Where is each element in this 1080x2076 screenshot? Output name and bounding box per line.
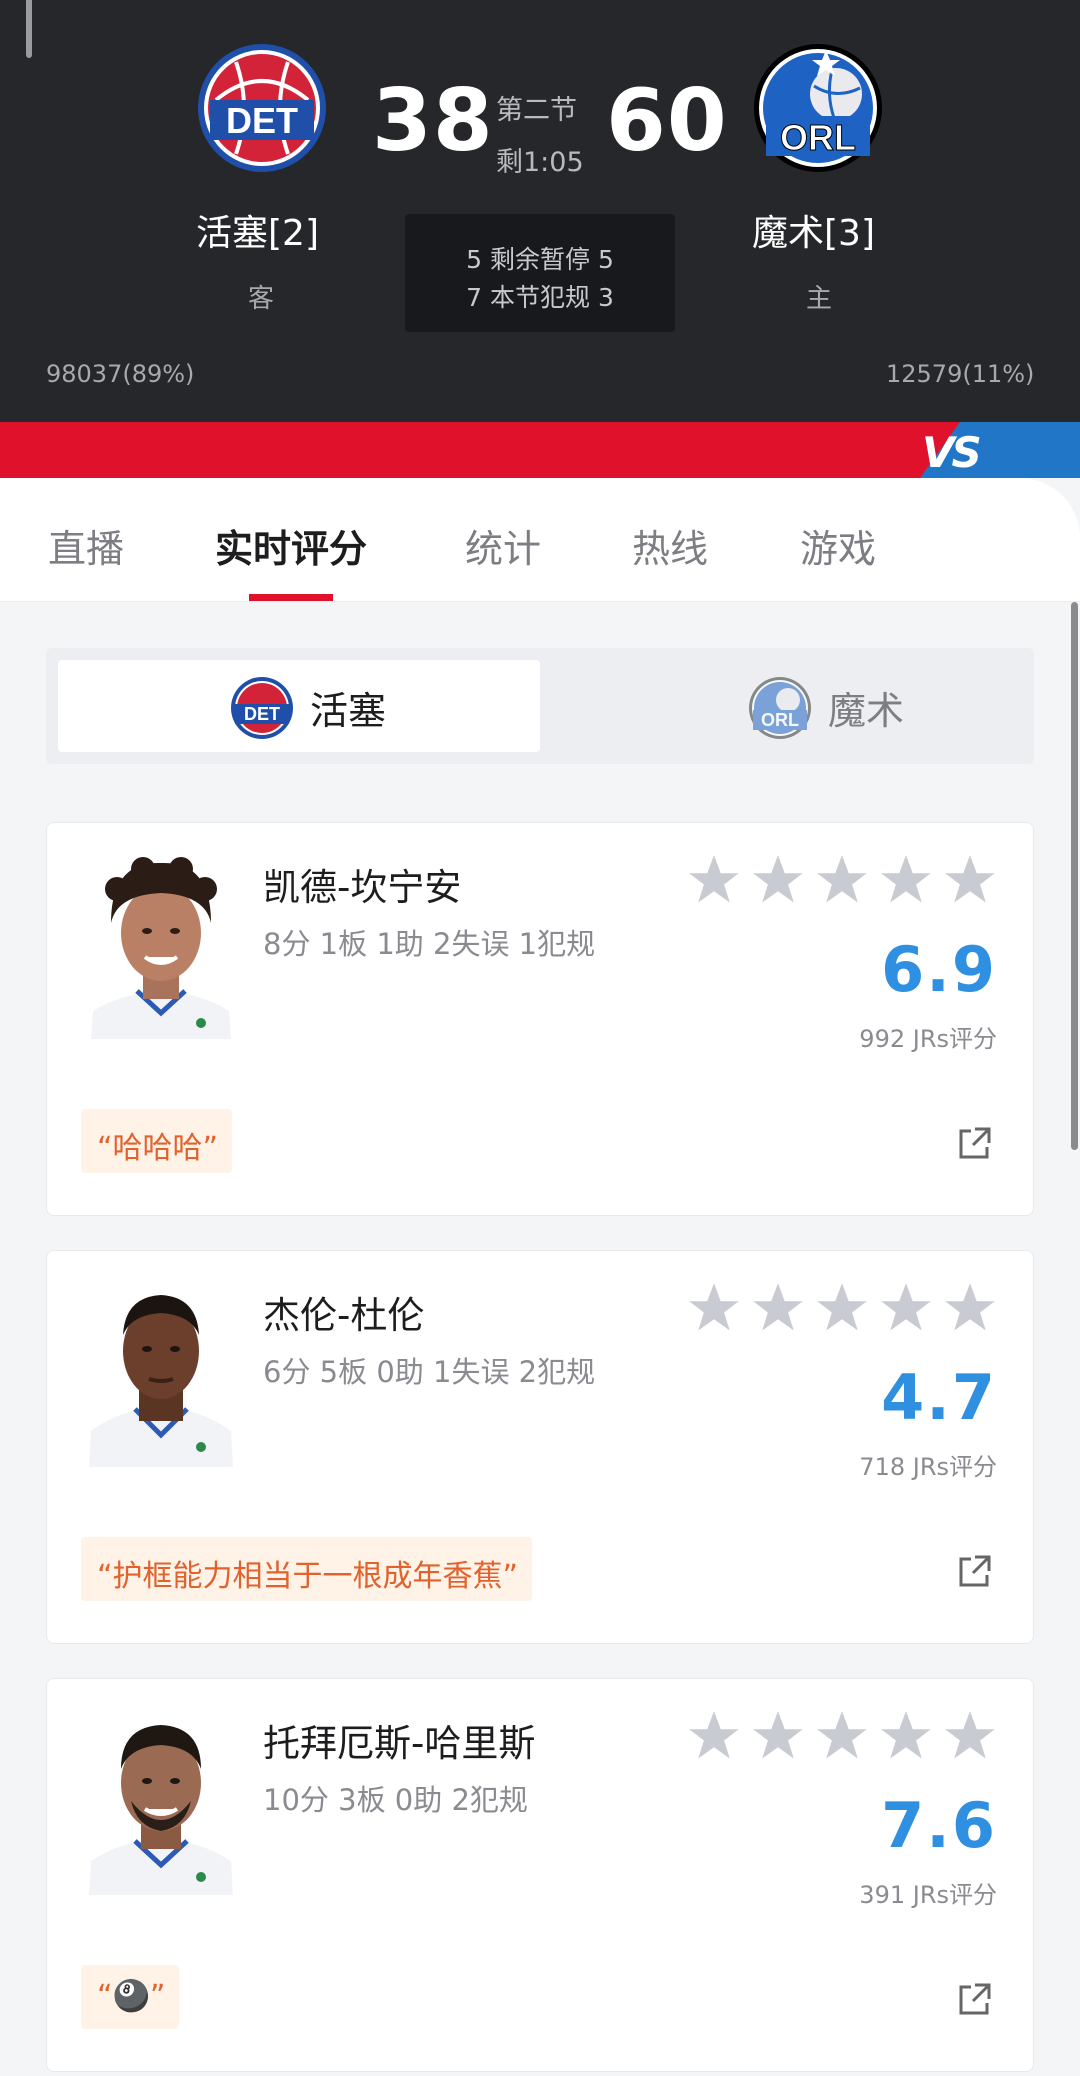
home-team-name: 魔术[3] <box>752 213 875 254</box>
magic-logo-icon: ORL <box>748 676 812 740</box>
share-icon[interactable] <box>955 1125 993 1163</box>
game-period: 第二节 <box>496 95 577 126</box>
tab-bar: 直播 实时评分 统计 热线 游戏 <box>0 478 1080 602</box>
svg-text:DET: DET <box>226 100 298 141</box>
tab-live[interactable]: 直播 <box>48 518 124 573</box>
pistons-logo-icon: DET <box>230 676 294 740</box>
star-rating-input[interactable] <box>687 1709 1007 1765</box>
star-icon[interactable] <box>751 1281 805 1335</box>
star-icon[interactable] <box>815 1709 869 1763</box>
tab-hotline[interactable]: 热线 <box>632 518 708 573</box>
player-card[interactable]: 杰伦-杜伦 6分 5板 0助 1失误 2犯规 4.7 718 JRs评分 “护框… <box>46 1250 1034 1644</box>
toggle-pistons-label: 活塞 <box>310 689 387 733</box>
star-icon[interactable] <box>815 853 869 907</box>
player-rating: 6.9 <box>881 933 997 1006</box>
toggle-pistons[interactable]: DET 活塞 <box>58 660 540 752</box>
team-toggle: DET 活塞 ORL 魔术 <box>46 648 1034 764</box>
share-icon[interactable] <box>955 1553 993 1591</box>
star-icon[interactable] <box>815 1281 869 1335</box>
player-photo <box>81 1709 241 1895</box>
star-icon[interactable] <box>879 1281 933 1335</box>
player-stats: 10分 3板 0助 2犯规 <box>263 1783 528 1817</box>
star-rating-input[interactable] <box>687 1281 1007 1337</box>
star-icon[interactable] <box>943 853 997 907</box>
top-comment[interactable]: “护框能力相当于一根成年香蕉” <box>81 1537 533 1601</box>
star-icon[interactable] <box>687 1281 741 1335</box>
fouls-line: 7 本节犯规 3 <box>466 283 614 312</box>
player-name: 凯德-坎宁安 <box>263 866 462 909</box>
star-icon[interactable] <box>687 853 741 907</box>
away-team-logo[interactable]: DET <box>196 42 328 174</box>
player-stats: 8分 1板 1助 2失误 1犯规 <box>263 927 596 961</box>
vs-label: VS <box>922 428 982 477</box>
home-score: 60 <box>606 71 728 171</box>
drag-handle[interactable] <box>26 0 32 58</box>
star-icon[interactable] <box>751 1709 805 1763</box>
away-role-label: 客 <box>248 284 275 314</box>
player-rating: 7.6 <box>881 1789 997 1862</box>
toggle-magic[interactable]: ORL 魔术 <box>540 660 1022 752</box>
star-icon[interactable] <box>943 1281 997 1335</box>
scrollbar[interactable] <box>1071 602 1078 1150</box>
star-icon[interactable] <box>943 1709 997 1763</box>
home-role-label: 主 <box>806 284 833 314</box>
scoreboard-header: DET 38 第二节 剩1:05 60 ORL 活塞[2] 魔术[3] 客 主 … <box>0 0 1080 422</box>
rating-count: 718 JRs评分 <box>859 1453 997 1481</box>
player-name: 杰伦-杜伦 <box>263 1294 425 1337</box>
star-icon[interactable] <box>879 1709 933 1763</box>
svg-text:ORL: ORL <box>761 710 799 730</box>
timeouts-line: 5 剩余暂停 5 <box>466 245 614 274</box>
star-icon[interactable] <box>687 1709 741 1763</box>
rating-count: 992 JRs评分 <box>859 1025 997 1053</box>
player-name: 托拜厄斯-哈里斯 <box>263 1722 536 1765</box>
svg-text:DET: DET <box>244 704 280 724</box>
away-team-name: 活塞[2] <box>196 213 319 254</box>
tab-ratings[interactable]: 实时评分 <box>215 518 367 573</box>
toggle-magic-label: 魔术 <box>828 689 905 733</box>
player-card[interactable]: 托拜厄斯-哈里斯 10分 3板 0助 2犯规 7.6 391 JRs评分 “🎱” <box>46 1678 1034 2072</box>
player-rating: 4.7 <box>881 1361 997 1434</box>
active-tab-indicator <box>249 594 333 601</box>
away-support-count: 98037(89%) <box>46 360 195 388</box>
share-icon[interactable] <box>955 1981 993 2019</box>
player-photo <box>81 853 241 1039</box>
star-icon[interactable] <box>751 853 805 907</box>
home-team-logo[interactable]: ORL <box>752 42 884 174</box>
game-status-box: 5 剩余暂停 5 7 本节犯规 3 <box>405 214 675 332</box>
top-comment[interactable]: “哈哈哈” <box>81 1109 233 1173</box>
star-rating-input[interactable] <box>687 853 1007 909</box>
game-clock: 剩1:05 <box>496 147 584 178</box>
top-comment[interactable]: “🎱” <box>81 1965 180 2029</box>
player-photo <box>81 1281 241 1467</box>
tab-games[interactable]: 游戏 <box>800 518 876 573</box>
home-support-count: 12579(11%) <box>886 360 1035 388</box>
star-icon[interactable] <box>879 853 933 907</box>
tab-stats[interactable]: 统计 <box>465 518 541 573</box>
player-card[interactable]: 凯德-坎宁安 8分 1板 1助 2失误 1犯规 6.9 992 JRs评分 “哈… <box>46 822 1034 1216</box>
player-stats: 6分 5板 0助 1失误 2犯规 <box>263 1355 596 1389</box>
rating-count: 391 JRs评分 <box>859 1881 997 1909</box>
vs-support-bar: VS <box>0 422 1080 478</box>
svg-text:ORL: ORL <box>780 117 856 158</box>
away-score: 38 <box>372 71 494 171</box>
